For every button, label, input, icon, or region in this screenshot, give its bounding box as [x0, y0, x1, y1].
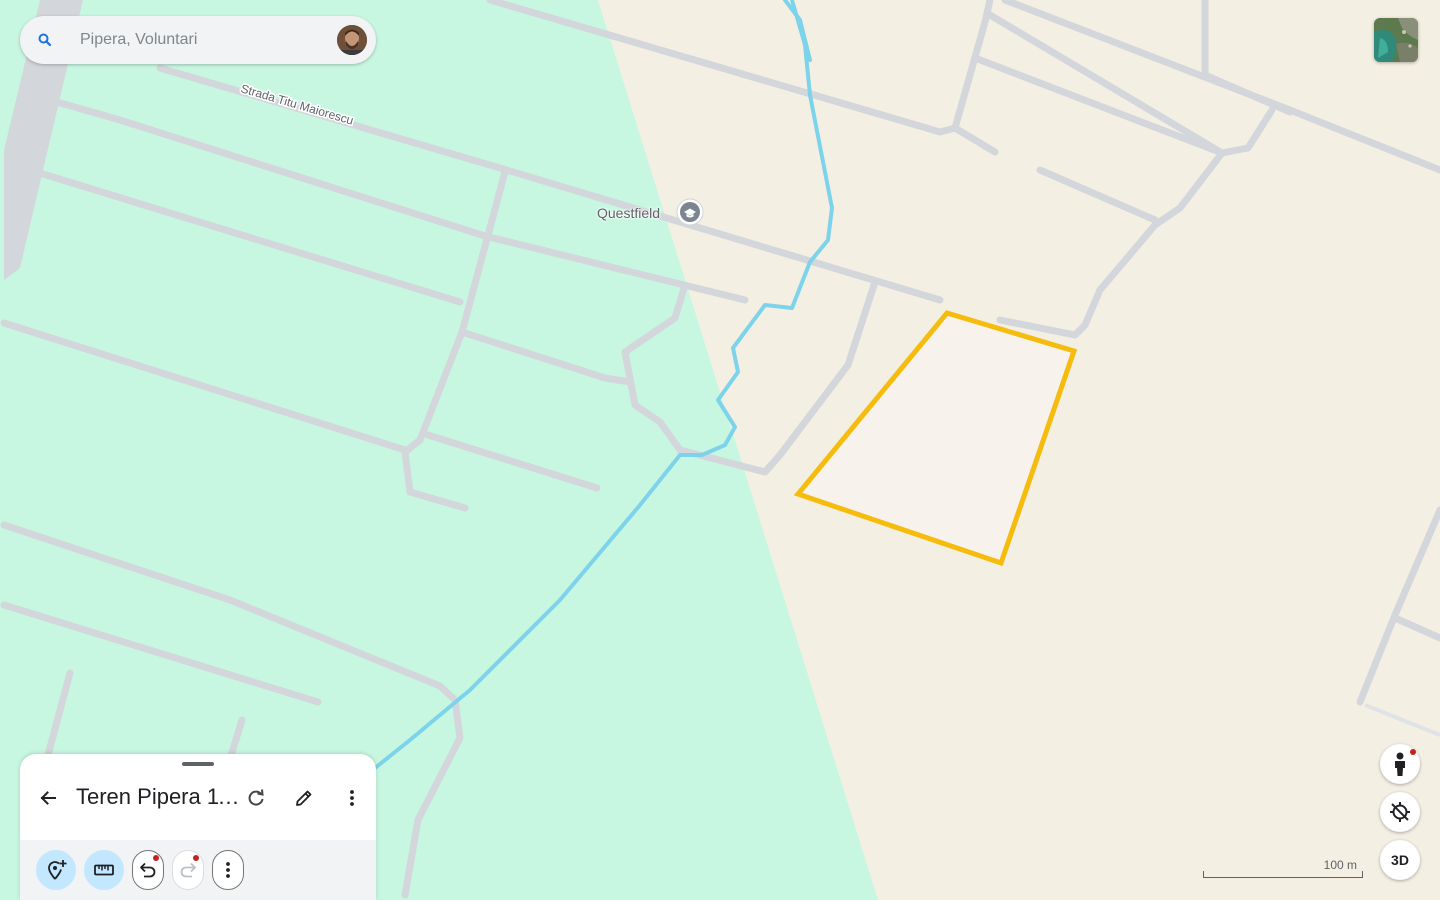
add-placemark-button[interactable] [36, 850, 76, 890]
search-icon[interactable] [37, 32, 53, 48]
more-options-button[interactable] [336, 782, 368, 814]
location-button[interactable] [1380, 792, 1420, 832]
scale-bar [1203, 871, 1363, 878]
scale-label: 100 m [1323, 858, 1357, 872]
project-title[interactable]: Teren Pipera 11... [76, 784, 240, 810]
poi-school-marker[interactable] [676, 198, 704, 226]
undo-notification-dot [153, 855, 159, 861]
ruler-icon [94, 864, 114, 876]
search-bar[interactable] [20, 16, 376, 64]
more-vert-icon [350, 790, 354, 806]
refresh-button[interactable] [240, 782, 272, 814]
back-button[interactable] [32, 782, 64, 814]
edit-button[interactable] [288, 782, 320, 814]
drag-handle[interactable] [182, 762, 214, 766]
toolbar-more-button[interactable] [212, 850, 244, 890]
location-disabled-icon [1390, 802, 1410, 822]
arrow-back-icon [40, 791, 56, 805]
avatar[interactable] [337, 25, 367, 55]
pegman-icon [1395, 752, 1405, 776]
redo-button[interactable] [172, 850, 204, 890]
drawing-toolbar [20, 840, 376, 900]
3d-toggle-button[interactable]: 3D [1380, 840, 1420, 880]
more-vert-icon [226, 862, 230, 878]
satellite-thumbnail-icon [1374, 18, 1418, 62]
search-input[interactable] [80, 28, 330, 52]
pencil-icon [296, 790, 312, 806]
map-scale: 100 m [1203, 858, 1363, 880]
refresh-icon [248, 789, 264, 806]
undo-icon [140, 862, 156, 878]
poi-label[interactable]: Questfield [597, 205, 660, 221]
redo-icon [180, 862, 196, 878]
project-panel: Teren Pipera 11... [20, 754, 376, 900]
notification-dot [1410, 749, 1416, 755]
add-location-icon [48, 860, 67, 880]
measure-button[interactable] [84, 850, 124, 890]
street-view-pegman-button[interactable] [1380, 744, 1420, 784]
map-layers-button[interactable] [1374, 18, 1418, 62]
redo-notification-dot [193, 855, 199, 861]
undo-button[interactable] [132, 850, 164, 890]
